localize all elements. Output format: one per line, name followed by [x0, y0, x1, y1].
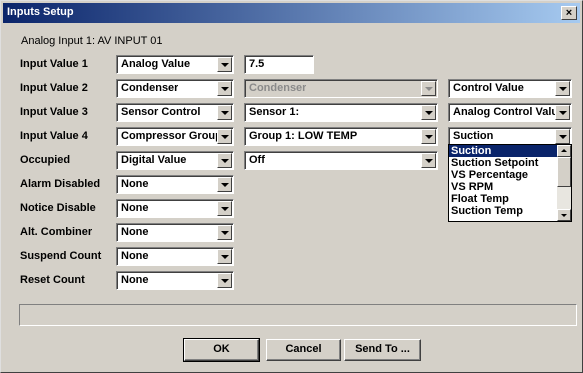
chevron-down-icon[interactable] — [217, 249, 232, 264]
dropdown-option[interactable]: VS RPM — [449, 181, 571, 193]
dropdown-option[interactable]: Suction Temp — [449, 205, 571, 217]
alarm-disabled-label: Alarm Disabled — [20, 178, 101, 190]
chevron-down-icon[interactable] — [217, 225, 232, 240]
occupied-source-select[interactable]: Off — [244, 151, 438, 170]
chevron-down-icon[interactable] — [217, 153, 232, 168]
dropdown-option[interactable]: Suction Setpoint — [449, 157, 571, 169]
select-value: Condenser — [249, 82, 307, 94]
dropdown-option[interactable]: VS Percentage — [449, 169, 571, 181]
title-bar[interactable]: Inputs Setup × — [3, 3, 580, 23]
inputs-setup-window: Inputs Setup × Analog Input 1: AV INPUT … — [0, 0, 583, 373]
select-value: Sensor 1: — [249, 106, 300, 118]
input-value-2-property-select[interactable]: Control Value — [448, 79, 572, 98]
select-value: Digital Value — [121, 154, 187, 166]
chevron-down-icon[interactable] — [421, 153, 436, 168]
select-value: Analog Value — [121, 58, 191, 70]
close-button[interactable]: × — [561, 6, 577, 20]
input-value-1-label: Input Value 1 — [20, 58, 88, 70]
cancel-button[interactable]: Cancel — [266, 339, 341, 361]
chevron-down-icon[interactable] — [217, 273, 232, 288]
alt-combiner-select[interactable]: None — [116, 223, 234, 242]
window-title: Inputs Setup — [7, 6, 74, 18]
input-value-2-type-select[interactable]: Condenser — [116, 79, 234, 98]
chevron-down-icon — [421, 81, 436, 96]
suspend-count-select[interactable]: None — [116, 247, 234, 266]
chevron-down-icon[interactable] — [217, 105, 232, 120]
select-value: None — [121, 178, 149, 190]
chevron-down-icon[interactable] — [217, 129, 232, 144]
chevron-down-icon[interactable] — [555, 81, 570, 96]
input-value-3-property-select[interactable]: Analog Control Valu — [448, 103, 572, 122]
chevron-down-icon[interactable] — [217, 81, 232, 96]
send-to-button[interactable]: Send To ... — [344, 339, 421, 361]
reset-count-label: Reset Count — [20, 274, 85, 286]
property-dropdown-list[interactable]: Suction Suction Setpoint VS Percentage V… — [448, 144, 572, 222]
select-value: Analog Control Valu — [453, 106, 557, 118]
select-value: Suction — [453, 130, 494, 142]
chevron-down-icon[interactable] — [217, 177, 232, 192]
input-value-3-type-select[interactable]: Sensor Control — [116, 103, 234, 122]
input-value-4-type-select[interactable]: Compressor Group — [116, 127, 234, 146]
occupied-label: Occupied — [20, 154, 71, 166]
chevron-down-icon[interactable] — [421, 105, 436, 120]
select-value: Control Value — [453, 82, 524, 94]
notice-disable-select[interactable]: None — [116, 199, 234, 218]
input-value-3-source-select[interactable]: Sensor 1: — [244, 103, 438, 122]
alt-combiner-label: Alt. Combiner — [20, 226, 93, 238]
suspend-count-label: Suspend Count — [20, 250, 102, 262]
chevron-down-icon[interactable] — [555, 129, 570, 144]
dropdown-option[interactable]: Suction — [449, 145, 557, 157]
input-value-1-value-field[interactable]: 7.5 — [244, 55, 314, 74]
select-value: None — [121, 250, 149, 262]
select-value: Sensor Control — [121, 106, 201, 118]
select-value: Compressor Group — [121, 130, 219, 142]
select-value: Condenser — [121, 82, 179, 94]
input-value-3-label: Input Value 3 — [20, 106, 88, 118]
field-value: 7.5 — [249, 58, 265, 70]
scroll-up-icon[interactable] — [557, 145, 571, 157]
select-value: None — [121, 226, 149, 238]
select-value: None — [121, 274, 149, 286]
analog-input-subtitle: Analog Input 1: AV INPUT 01 — [21, 35, 163, 47]
chevron-down-icon[interactable] — [217, 57, 232, 72]
reset-count-select[interactable]: None — [116, 271, 234, 290]
occupied-type-select[interactable]: Digital Value — [116, 151, 234, 170]
input-value-4-label: Input Value 4 — [20, 130, 88, 142]
input-value-2-label: Input Value 2 — [20, 82, 88, 94]
notice-disable-label: Notice Disable — [20, 202, 96, 214]
select-value: None — [121, 202, 149, 214]
dropdown-option[interactable]: Float Temp — [449, 193, 571, 205]
alarm-disabled-select[interactable]: None — [116, 175, 234, 194]
select-value: Group 1: LOW TEMP — [249, 130, 358, 142]
input-value-4-source-select[interactable]: Group 1: LOW TEMP — [244, 127, 438, 146]
input-value-2-source-select: Condenser — [244, 79, 438, 98]
scroll-thumb[interactable] — [557, 157, 571, 187]
chevron-down-icon[interactable] — [217, 201, 232, 216]
chevron-down-icon[interactable] — [555, 105, 570, 120]
ok-button[interactable]: OK — [183, 338, 260, 362]
status-bar — [19, 304, 577, 326]
input-value-1-type-select[interactable]: Analog Value — [116, 55, 234, 74]
dropdown-scrollbar[interactable] — [557, 145, 571, 221]
scroll-down-icon[interactable] — [557, 209, 571, 221]
chevron-down-icon[interactable] — [421, 129, 436, 144]
select-value: Off — [249, 154, 265, 166]
